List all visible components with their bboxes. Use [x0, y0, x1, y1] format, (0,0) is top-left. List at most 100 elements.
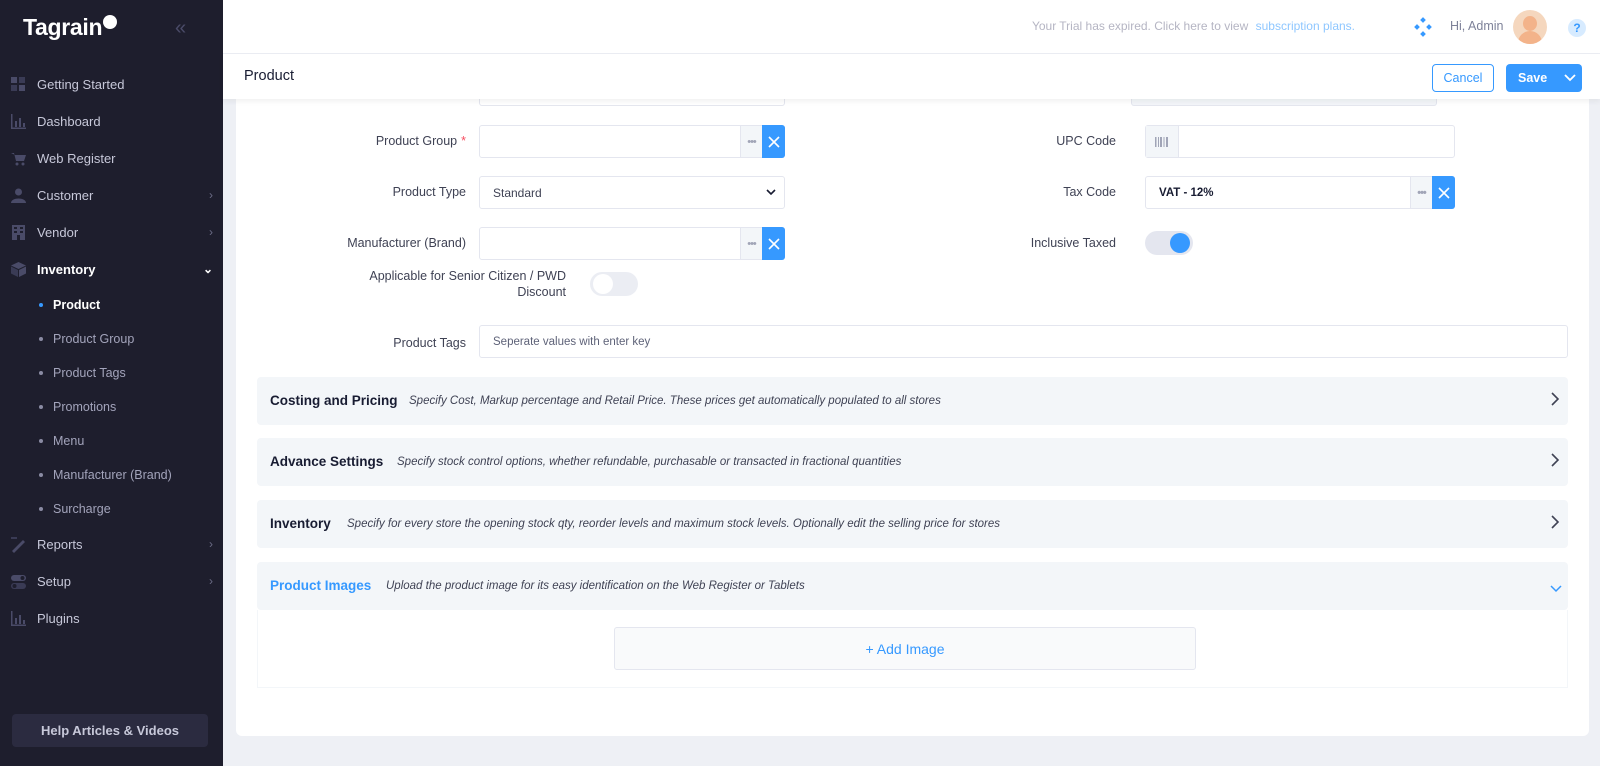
sidebar-subitem-label: Product: [53, 298, 101, 312]
product-group-input[interactable]: •••: [479, 125, 785, 158]
topbar: Your Trial has expired. Click here to vi…: [223, 0, 1600, 54]
help-articles-button[interactable]: Help Articles & Videos: [12, 714, 208, 747]
page-title: Product: [244, 68, 294, 84]
section-inventory[interactable]: Inventory Specify for every store the op…: [257, 500, 1568, 548]
sidebar-item-label: Vendor: [37, 225, 79, 240]
sidebar-item-label: Web Register: [37, 151, 116, 166]
product-form-card: Product Group * ••• Product Type Standard…: [236, 84, 1589, 736]
trial-text: Your Trial has expired. Click here to vi…: [1031, 19, 1249, 33]
section-title: Product Images: [270, 578, 372, 593]
sidebar-subitem-manufacturer[interactable]: Manufacturer (Brand): [0, 458, 223, 492]
barcode-icon: [1146, 126, 1179, 157]
section-product-images[interactable]: Product Images Upload the product image …: [257, 562, 1568, 610]
manufacturer-input[interactable]: •••: [479, 227, 785, 260]
sidebar-subitem-surcharge[interactable]: Surcharge: [0, 492, 223, 526]
section-title: Advance Settings: [270, 454, 384, 469]
apps-diamond-icon[interactable]: [1413, 17, 1433, 37]
page-toolbar: Product Cancel Save: [223, 54, 1600, 99]
section-desc: Specify for every store the opening stoc…: [347, 518, 1001, 530]
product-type-label: Product Type: [392, 185, 466, 199]
add-image-button[interactable]: + Add Image: [614, 627, 1196, 670]
sidebar-item-label: Setup: [37, 574, 71, 589]
sidebar-item-label: Plugins: [37, 611, 80, 626]
sidebar-item-label: Dashboard: [37, 114, 101, 129]
grid-icon: [10, 76, 27, 93]
product-group-label: Product Group *: [375, 134, 466, 148]
more-dots-icon[interactable]: •••: [740, 228, 762, 259]
more-dots-icon[interactable]: •••: [1410, 177, 1432, 208]
sidebar: Tagrain « Getting Started Dashboard Web …: [0, 0, 223, 766]
sidebar-subitem-label: Manufacturer (Brand): [53, 468, 172, 482]
user-greeting: Hi, Admin: [1450, 19, 1504, 33]
cancel-button[interactable]: Cancel: [1432, 64, 1494, 92]
sidebar-item-reports[interactable]: Reports ›: [0, 526, 223, 563]
sidebar-subitem-product[interactable]: Product: [0, 288, 223, 322]
trial-notice: Your Trial has expired. Click here to vi…: [1032, 19, 1355, 33]
chevron-right-icon: ›: [209, 574, 213, 588]
save-button[interactable]: Save: [1506, 64, 1582, 92]
save-label: Save: [1518, 71, 1548, 85]
inclusive-taxed-label: Inclusive Taxed: [1030, 236, 1116, 250]
sidebar-item-customer[interactable]: Customer ›: [0, 177, 223, 214]
sidebar-subitem-label: Product Group: [53, 332, 135, 346]
upc-code-input[interactable]: [1145, 125, 1455, 158]
more-dots-icon[interactable]: •••: [740, 126, 762, 157]
help-question-icon[interactable]: ?: [1568, 19, 1586, 37]
sidebar-item-plugins[interactable]: Plugins: [0, 600, 223, 637]
chevron-right-icon: ›: [209, 537, 213, 551]
sidebar-subitem-product-group[interactable]: Product Group: [0, 322, 223, 356]
senior-discount-label: Applicable for Senior Citizen / PWD Disc…: [369, 269, 566, 299]
product-tags-input[interactable]: Seperate values with enter key: [479, 325, 1568, 358]
sidebar-subitem-promotions[interactable]: Promotions: [0, 390, 223, 424]
tax-code-label: Tax Code: [1063, 185, 1116, 199]
user-icon: [10, 187, 27, 204]
sidebar-item-vendor[interactable]: Vendor ›: [0, 214, 223, 251]
box-icon: [10, 261, 27, 278]
section-desc: Specify Cost, Markup percentage and Reta…: [409, 395, 941, 407]
chevron-right-icon: [1550, 515, 1560, 534]
upc-code-label: UPC Code: [1056, 134, 1116, 148]
sidebar-item-web-register[interactable]: Web Register: [0, 140, 223, 177]
section-desc: Upload the product image for its easy id…: [386, 580, 805, 592]
clear-x-icon[interactable]: [762, 125, 785, 158]
sidebar-item-inventory[interactable]: Inventory ⌄: [0, 251, 223, 288]
chevron-right-icon: [1550, 392, 1560, 411]
section-title: Inventory: [270, 516, 331, 531]
collapse-sidebar-icon[interactable]: «: [175, 17, 186, 40]
sidebar-nav: Getting Started Dashboard Web Register C…: [0, 66, 223, 637]
bar-chart-icon: [10, 610, 27, 627]
product-tags-placeholder: Seperate values with enter key: [493, 335, 651, 348]
chevron-right-icon: ›: [209, 188, 213, 202]
senior-discount-toggle[interactable]: [590, 272, 638, 296]
building-icon: [10, 224, 27, 241]
toggle-icon: [10, 573, 27, 590]
cart-icon: [10, 150, 27, 167]
product-type-select[interactable]: Standard: [479, 176, 785, 209]
subscription-plans-link[interactable]: subscription plans.: [1256, 19, 1355, 33]
bar-chart-icon: [10, 113, 27, 130]
pencil-ruler-icon: [10, 536, 27, 553]
avatar[interactable]: [1513, 10, 1547, 44]
chevron-down-icon[interactable]: [1558, 64, 1582, 92]
tax-code-input[interactable]: VAT - 12% •••: [1145, 176, 1455, 209]
sidebar-item-label: Customer: [37, 188, 94, 203]
section-costing-pricing[interactable]: Costing and Pricing Specify Cost, Markup…: [257, 377, 1568, 425]
section-advance-settings[interactable]: Advance Settings Specify stock control o…: [257, 438, 1568, 486]
sidebar-item-dashboard[interactable]: Dashboard: [0, 103, 223, 140]
sidebar-item-getting-started[interactable]: Getting Started: [0, 66, 223, 103]
chevron-down-icon: [766, 186, 776, 200]
logo[interactable]: Tagrain: [23, 14, 118, 41]
sidebar-subitem-product-tags[interactable]: Product Tags: [0, 356, 223, 390]
logo-area: Tagrain «: [0, 0, 223, 54]
chevron-right-icon: [1550, 453, 1560, 472]
product-tags-label: Product Tags: [393, 336, 466, 350]
clear-x-icon[interactable]: [1432, 176, 1455, 209]
sidebar-item-label: Getting Started: [37, 77, 125, 92]
section-title: Costing and Pricing: [270, 393, 398, 408]
chevron-right-icon: ›: [209, 225, 213, 239]
sidebar-item-setup[interactable]: Setup ›: [0, 563, 223, 600]
clear-x-icon[interactable]: [762, 227, 785, 260]
sidebar-subitem-menu[interactable]: Menu: [0, 424, 223, 458]
inclusive-taxed-toggle[interactable]: [1145, 231, 1193, 255]
sidebar-item-label: Reports: [37, 537, 83, 552]
